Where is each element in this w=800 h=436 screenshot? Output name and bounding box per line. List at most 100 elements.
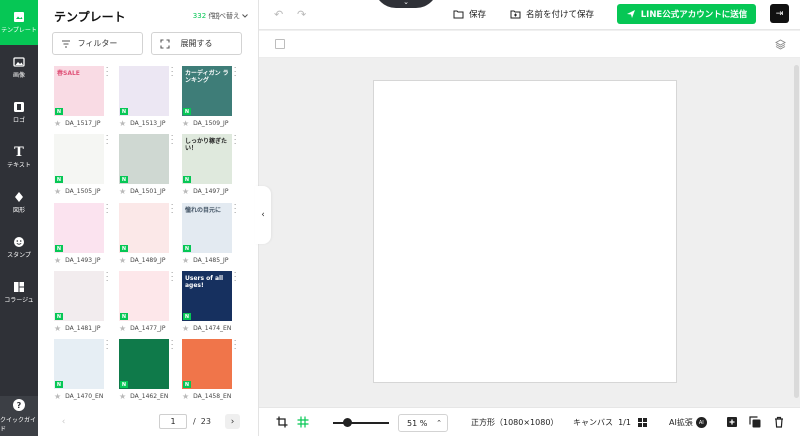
template-card[interactable]: Users of all ages! N · · · ★ DA_1474_EN: [182, 270, 236, 333]
more-menu-icon[interactable]: · · ·: [171, 65, 173, 80]
star-icon[interactable]: ★: [182, 392, 189, 401]
more-menu-icon[interactable]: · · ·: [171, 338, 173, 353]
canvas-page-control[interactable]: キャンバス 1/1: [573, 417, 647, 428]
template-card[interactable]: 憧れの目元に N · · · ★ DA_1485_JP: [182, 202, 236, 265]
template-thumbnail[interactable]: N: [54, 134, 104, 184]
template-card[interactable]: N · · · ★ DA_1481_JP: [54, 270, 108, 333]
template-thumbnail[interactable]: N: [54, 203, 104, 253]
template-thumbnail[interactable]: N: [119, 66, 169, 116]
template-card[interactable]: 春SALE N · · · ★ DA_1517_JP: [54, 65, 108, 128]
zoom-slider-track[interactable]: [333, 422, 389, 424]
duplicate-page-icon[interactable]: [749, 416, 761, 431]
star-icon[interactable]: ★: [54, 187, 61, 196]
sort-button[interactable]: 並べ替え: [212, 11, 248, 21]
crop-icon[interactable]: [276, 416, 288, 431]
zoom-slider-thumb[interactable]: [343, 418, 352, 427]
star-icon[interactable]: ★: [119, 119, 126, 128]
undo-icon[interactable]: ↶: [274, 8, 283, 21]
star-icon[interactable]: ★: [182, 187, 189, 196]
save-button[interactable]: 保存: [453, 8, 486, 20]
redo-icon[interactable]: ↷: [297, 8, 306, 21]
template-thumbnail[interactable]: 春SALE N: [54, 66, 104, 116]
more-menu-icon[interactable]: · · ·: [234, 65, 236, 80]
rail-item-text[interactable]: T テキスト: [0, 135, 38, 180]
template-thumbnail[interactable]: N: [54, 271, 104, 321]
template-thumbnail[interactable]: N: [119, 271, 169, 321]
more-menu-icon[interactable]: · · ·: [234, 338, 236, 353]
chevron-left-icon: ‹: [261, 210, 265, 220]
star-icon[interactable]: ★: [54, 324, 61, 333]
more-menu-icon[interactable]: · · ·: [106, 202, 108, 217]
more-menu-icon[interactable]: · · ·: [171, 202, 173, 217]
template-thumbnail[interactable]: しっかり稼ぎたい！ N: [182, 134, 232, 184]
prev-page-button[interactable]: ‹: [56, 414, 71, 429]
template-card[interactable]: カーディガン ランキング N · · · ★ DA_1509_JP: [182, 65, 236, 128]
star-icon[interactable]: ★: [54, 119, 61, 128]
template-thumbnail[interactable]: N: [119, 339, 169, 389]
save-as-button[interactable]: 名前を付けて保存: [510, 8, 594, 20]
next-page-button[interactable]: ›: [225, 414, 240, 429]
template-card[interactable]: N · · · ★ DA_1501_JP: [119, 133, 173, 196]
filter-button[interactable]: フィルター: [52, 32, 143, 55]
toolbar-toggle-button[interactable]: ⌄: [374, 0, 438, 8]
template-card[interactable]: N · · · ★ DA_1477_JP: [119, 270, 173, 333]
pages-grid-icon: [637, 418, 647, 427]
new-badge: N: [120, 108, 128, 115]
template-card[interactable]: N · · · ★ DA_1458_EN: [182, 338, 236, 401]
template-card[interactable]: N · · · ★ DA_1505_JP: [54, 133, 108, 196]
collapse-panel-button[interactable]: ‹: [255, 186, 271, 244]
vertical-scrollbar[interactable]: [794, 65, 799, 398]
rail-item-template[interactable]: テンプレート: [0, 0, 38, 45]
star-icon[interactable]: ★: [182, 256, 189, 265]
grid-icon[interactable]: [297, 416, 309, 431]
star-icon[interactable]: ★: [119, 392, 126, 401]
canvas-size-label[interactable]: 正方形（1080×1080）: [471, 417, 558, 428]
star-icon[interactable]: ★: [182, 324, 189, 333]
template-thumbnail[interactable]: N: [119, 203, 169, 253]
template-thumbnail[interactable]: N: [54, 339, 104, 389]
rail-item-collage[interactable]: コラージュ: [0, 270, 38, 315]
template-card[interactable]: しっかり稼ぎたい！ N · · · ★ DA_1497_JP: [182, 133, 236, 196]
template-thumbnail[interactable]: N: [182, 339, 232, 389]
more-menu-icon[interactable]: · · ·: [171, 270, 173, 285]
template-card[interactable]: N · · · ★ DA_1462_EN: [119, 338, 173, 401]
template-thumbnail[interactable]: Users of all ages! N: [182, 271, 232, 321]
rail-item-shape[interactable]: 図形: [0, 180, 38, 225]
star-icon[interactable]: ★: [54, 392, 61, 401]
artboard[interactable]: [373, 80, 677, 383]
send-to-line-button[interactable]: LINE公式アカウントに送信: [617, 4, 756, 24]
quick-guide-button[interactable]: ? クイックガイド: [0, 396, 38, 436]
more-menu-icon[interactable]: · · ·: [171, 133, 173, 148]
template-thumbnail[interactable]: N: [119, 134, 169, 184]
more-menu-icon[interactable]: · · ·: [106, 65, 108, 80]
select-all-checkbox[interactable]: [275, 39, 285, 49]
template-card[interactable]: N · · · ★ DA_1489_JP: [119, 202, 173, 265]
delete-page-icon[interactable]: [773, 416, 785, 431]
more-menu-icon[interactable]: · · ·: [106, 338, 108, 353]
star-icon[interactable]: ★: [119, 256, 126, 265]
add-page-icon[interactable]: [726, 416, 738, 431]
more-menu-icon[interactable]: · · ·: [234, 202, 236, 217]
exit-button[interactable]: ⇥: [770, 4, 789, 23]
expand-button[interactable]: 展開する: [151, 32, 242, 55]
more-menu-icon[interactable]: · · ·: [234, 133, 236, 148]
template-thumbnail[interactable]: 憧れの目元に N: [182, 203, 232, 253]
template-thumbnail[interactable]: カーディガン ランキング N: [182, 66, 232, 116]
more-menu-icon[interactable]: · · ·: [234, 270, 236, 285]
rail-item-stamp[interactable]: スタンプ: [0, 225, 38, 270]
page-number-input[interactable]: 1: [159, 414, 187, 429]
star-icon[interactable]: ★: [54, 256, 61, 265]
template-card[interactable]: N · · · ★ DA_1513_JP: [119, 65, 173, 128]
more-menu-icon[interactable]: · · ·: [106, 133, 108, 148]
ai-expand-button[interactable]: AI拡張 AI: [669, 417, 707, 428]
star-icon[interactable]: ★: [119, 187, 126, 196]
rail-item-image[interactable]: 画像: [0, 45, 38, 90]
template-card[interactable]: N · · · ★ DA_1470_EN: [54, 338, 108, 401]
more-menu-icon[interactable]: · · ·: [106, 270, 108, 285]
rail-item-logo[interactable]: ロゴ: [0, 90, 38, 135]
star-icon[interactable]: ★: [182, 119, 189, 128]
template-card[interactable]: N · · · ★ DA_1493_JP: [54, 202, 108, 265]
layers-icon[interactable]: [775, 39, 786, 53]
star-icon[interactable]: ★: [119, 324, 126, 333]
zoom-select[interactable]: 51 % ⌃: [398, 414, 448, 432]
